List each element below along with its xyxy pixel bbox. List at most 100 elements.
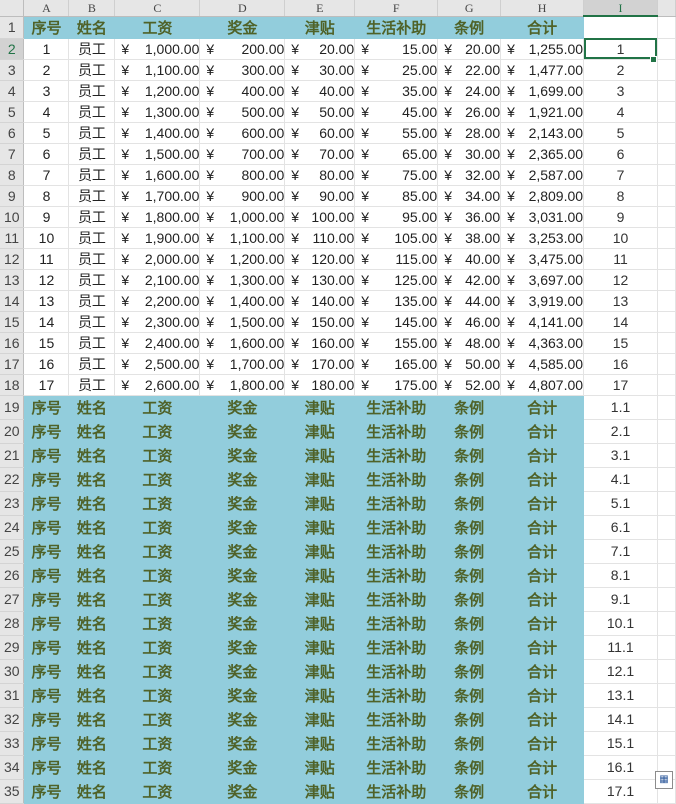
cell-salary[interactable]: ¥1,400.00 — [114, 122, 201, 144]
empty-cell[interactable] — [657, 659, 676, 684]
cell-i[interactable]: 4.1 — [583, 467, 658, 492]
header-cell[interactable]: 生活补助 — [354, 419, 439, 444]
row-header[interactable]: 19 — [0, 395, 25, 420]
row-header[interactable]: 7 — [0, 143, 25, 165]
row-header[interactable]: 14 — [0, 290, 25, 312]
row-header[interactable]: 33 — [0, 731, 25, 756]
header-cell[interactable]: 津贴 — [284, 683, 356, 708]
cell-i[interactable]: 11 — [583, 248, 658, 270]
cell-allowance[interactable]: ¥70.00 — [284, 143, 356, 165]
fill-handle[interactable] — [650, 56, 657, 63]
cell-bonus[interactable]: ¥800.00 — [199, 164, 286, 186]
cell-i[interactable]: 1.1 — [583, 395, 658, 420]
cell-salary[interactable]: ¥1,200.00 — [114, 80, 201, 102]
cell-no[interactable]: 3 — [23, 80, 70, 102]
cell-rule[interactable]: ¥52.00 — [437, 374, 502, 396]
cell-subsidy[interactable]: ¥125.00 — [354, 269, 439, 291]
header-cell[interactable]: 序号 — [23, 779, 70, 804]
header-cell[interactable]: 津贴 — [284, 563, 356, 588]
cell-subsidy[interactable]: ¥35.00 — [354, 80, 439, 102]
empty-cell[interactable] — [657, 59, 676, 81]
cell-allowance[interactable]: ¥170.00 — [284, 353, 356, 375]
header-cell[interactable]: 条例 — [437, 539, 502, 564]
header-cell[interactable]: 奖金 — [199, 611, 286, 636]
cell-bonus[interactable]: ¥500.00 — [199, 101, 286, 123]
cell-i[interactable]: 14.1 — [583, 707, 658, 732]
cell-rule[interactable]: ¥46.00 — [437, 311, 502, 333]
cell-subsidy[interactable]: ¥95.00 — [354, 206, 439, 228]
empty-cell[interactable] — [657, 443, 676, 468]
cell-allowance[interactable]: ¥60.00 — [284, 122, 356, 144]
header-cell[interactable]: 生活补助 — [354, 539, 439, 564]
cell-name[interactable]: 员工 — [68, 122, 116, 144]
cell-i[interactable]: 13 — [583, 290, 658, 312]
cell-rule[interactable]: ¥30.00 — [437, 143, 502, 165]
cell-i[interactable]: 7 — [583, 164, 658, 186]
row-header[interactable]: 13 — [0, 269, 25, 291]
row-header[interactable]: 27 — [0, 587, 25, 612]
cell-i[interactable]: 16.1 — [583, 755, 658, 780]
cell-i[interactable]: 4 — [583, 101, 658, 123]
cell-total[interactable]: ¥2,809.00 — [500, 185, 585, 207]
row-header[interactable]: 26 — [0, 563, 25, 588]
cell-name[interactable]: 员工 — [68, 374, 116, 396]
header-cell[interactable]: 津贴 — [284, 539, 356, 564]
cell-total[interactable]: ¥2,365.00 — [500, 143, 585, 165]
cell-subsidy[interactable]: ¥45.00 — [354, 101, 439, 123]
cell-rule[interactable]: ¥32.00 — [437, 164, 502, 186]
header-cell[interactable]: 工资 — [114, 611, 201, 636]
header-cell[interactable]: 姓名 — [68, 779, 116, 804]
header-cell[interactable]: 生活补助 — [354, 611, 439, 636]
cell-salary[interactable]: ¥2,000.00 — [114, 248, 201, 270]
cell-bonus[interactable]: ¥1,400.00 — [199, 290, 286, 312]
empty-cell[interactable] — [657, 353, 676, 375]
row-header[interactable]: 12 — [0, 248, 25, 270]
cell-allowance[interactable]: ¥110.00 — [284, 227, 356, 249]
cell-subsidy[interactable]: ¥55.00 — [354, 122, 439, 144]
header-cell[interactable]: 合计 — [500, 539, 585, 564]
paste-options-icon[interactable]: ▦ — [655, 771, 673, 789]
cell-bonus[interactable]: ¥1,700.00 — [199, 353, 286, 375]
cell-rule[interactable]: ¥50.00 — [437, 353, 502, 375]
row-header[interactable]: 11 — [0, 227, 25, 249]
header-cell[interactable]: 津贴 — [284, 395, 356, 420]
header-cell[interactable]: 津贴 — [284, 515, 356, 540]
row-header[interactable]: 32 — [0, 707, 25, 732]
cell-allowance[interactable]: ¥140.00 — [284, 290, 356, 312]
row-header[interactable]: 22 — [0, 467, 25, 492]
cell-rule[interactable]: ¥26.00 — [437, 101, 502, 123]
header-cell[interactable]: 津贴 — [284, 419, 356, 444]
header-cell[interactable]: 序号 — [23, 683, 70, 708]
cell-bonus[interactable]: ¥1,300.00 — [199, 269, 286, 291]
cell-allowance[interactable]: ¥100.00 — [284, 206, 356, 228]
column-header-h[interactable]: H — [500, 0, 585, 17]
header-cell[interactable]: 合计 — [500, 659, 585, 684]
row-header[interactable]: 17 — [0, 353, 25, 375]
header-cell[interactable]: 条例 — [437, 563, 502, 588]
cell-salary[interactable]: ¥2,500.00 — [114, 353, 201, 375]
header-cell[interactable]: 奖金 — [199, 539, 286, 564]
cell-subsidy[interactable]: ¥115.00 — [354, 248, 439, 270]
empty-cell[interactable] — [657, 101, 676, 123]
header-cell[interactable]: 合计 — [500, 491, 585, 516]
cell-total[interactable]: ¥4,807.00 — [500, 374, 585, 396]
header-cell[interactable]: 工资 — [114, 635, 201, 660]
header-cell[interactable]: 生活补助 — [354, 755, 439, 780]
cell-rule[interactable]: ¥34.00 — [437, 185, 502, 207]
cell-salary[interactable]: ¥1,800.00 — [114, 206, 201, 228]
header-cell[interactable]: 姓名 — [68, 707, 116, 732]
header-cell[interactable]: 合计 — [500, 515, 585, 540]
header-cell[interactable]: 工资 — [114, 731, 201, 756]
header-cell[interactable]: 工资 — [114, 683, 201, 708]
row-header[interactable]: 15 — [0, 311, 25, 333]
cell-salary[interactable]: ¥1,600.00 — [114, 164, 201, 186]
empty-cell[interactable] — [657, 227, 676, 249]
empty-cell[interactable] — [657, 419, 676, 444]
header-cell[interactable]: 工资 — [114, 443, 201, 468]
cell-salary[interactable]: ¥1,700.00 — [114, 185, 201, 207]
cell-no[interactable]: 9 — [23, 206, 70, 228]
header-cell[interactable]: 合计 — [500, 563, 585, 588]
header-cell[interactable]: 姓名 — [68, 16, 116, 39]
header-cell[interactable]: 工资 — [114, 755, 201, 780]
column-header-c[interactable]: C — [114, 0, 201, 17]
